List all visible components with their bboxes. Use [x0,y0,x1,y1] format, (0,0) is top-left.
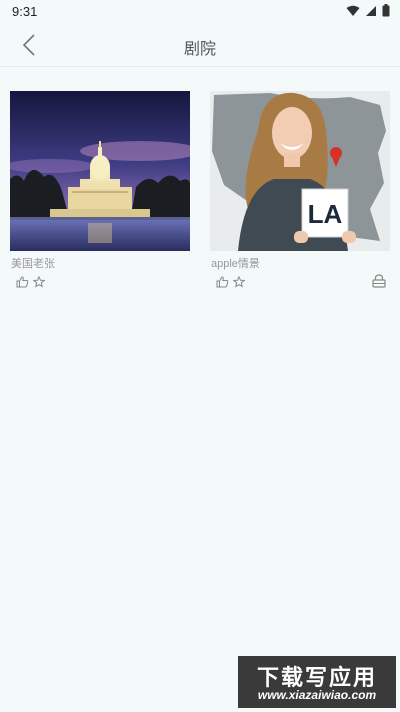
thumb-up-icon[interactable] [216,276,229,288]
battery-icon [382,4,390,17]
card-actions [216,276,245,288]
nav-bar: 剧院 [0,24,400,67]
theater-card[interactable]: 美国老张 [10,91,190,288]
lock-icon [372,274,386,288]
watermark-logo: 下载写应用 www.xiazaiwiao.com [238,656,396,708]
status-time: 9:31 [12,4,38,19]
card-actions [16,276,45,288]
card-thumbnail[interactable]: LA [210,91,390,251]
theater-card[interactable]: LA apple情景 [210,91,390,288]
status-bar: 9:31 [0,0,400,24]
card-thumbnail[interactable] [10,91,190,251]
signal-icon [366,5,376,16]
star-icon[interactable] [33,276,45,288]
card-title: apple情景 [211,258,260,270]
sign-text: LA [308,199,343,229]
page-title: 剧院 [183,41,216,58]
watermark-url-text: www.xiazaiwiao.com [257,688,377,702]
status-icons [346,4,390,17]
wifi-icon [346,5,360,16]
card-title: 美国老张 [11,258,55,270]
thumb-up-icon[interactable] [16,276,29,288]
star-icon[interactable] [233,276,245,288]
